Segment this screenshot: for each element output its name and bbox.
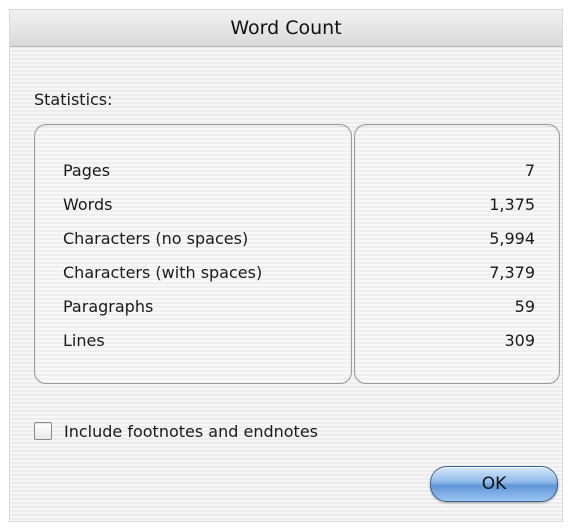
stat-label-words: Words bbox=[63, 195, 113, 214]
stat-label-characters-no-spaces: Characters (no spaces) bbox=[63, 229, 249, 248]
statistics-label: Statistics: bbox=[34, 90, 113, 109]
title-bar: Word Count bbox=[10, 10, 562, 47]
statistics-box: Pages Words Characters (no spaces) Chara… bbox=[34, 124, 560, 384]
stat-value-words: 1,375 bbox=[489, 195, 535, 214]
statistics-values-panel: 7 1,375 5,994 7,379 59 309 bbox=[354, 124, 560, 384]
word-count-dialog: Word Count Statistics: Pages Words Chara… bbox=[10, 10, 562, 521]
stat-value-characters-with-spaces: 7,379 bbox=[489, 263, 535, 282]
statistics-labels-panel: Pages Words Characters (no spaces) Chara… bbox=[34, 124, 352, 384]
include-footnotes-checkbox[interactable] bbox=[34, 422, 52, 440]
stat-value-paragraphs: 59 bbox=[514, 297, 535, 316]
stat-value-lines: 309 bbox=[504, 331, 535, 350]
ok-button[interactable]: OK bbox=[430, 466, 558, 502]
stat-label-paragraphs: Paragraphs bbox=[63, 297, 154, 316]
stat-label-pages: Pages bbox=[63, 161, 111, 180]
stat-value-pages: 7 bbox=[524, 161, 535, 180]
stat-value-characters-no-spaces: 5,994 bbox=[489, 229, 535, 248]
stat-label-lines: Lines bbox=[63, 331, 105, 350]
dialog-title: Word Count bbox=[230, 17, 342, 39]
include-footnotes-label[interactable]: Include footnotes and endnotes bbox=[64, 422, 318, 441]
stat-label-characters-with-spaces: Characters (with spaces) bbox=[63, 263, 263, 282]
include-footnotes-option[interactable]: Include footnotes and endnotes bbox=[34, 420, 318, 442]
